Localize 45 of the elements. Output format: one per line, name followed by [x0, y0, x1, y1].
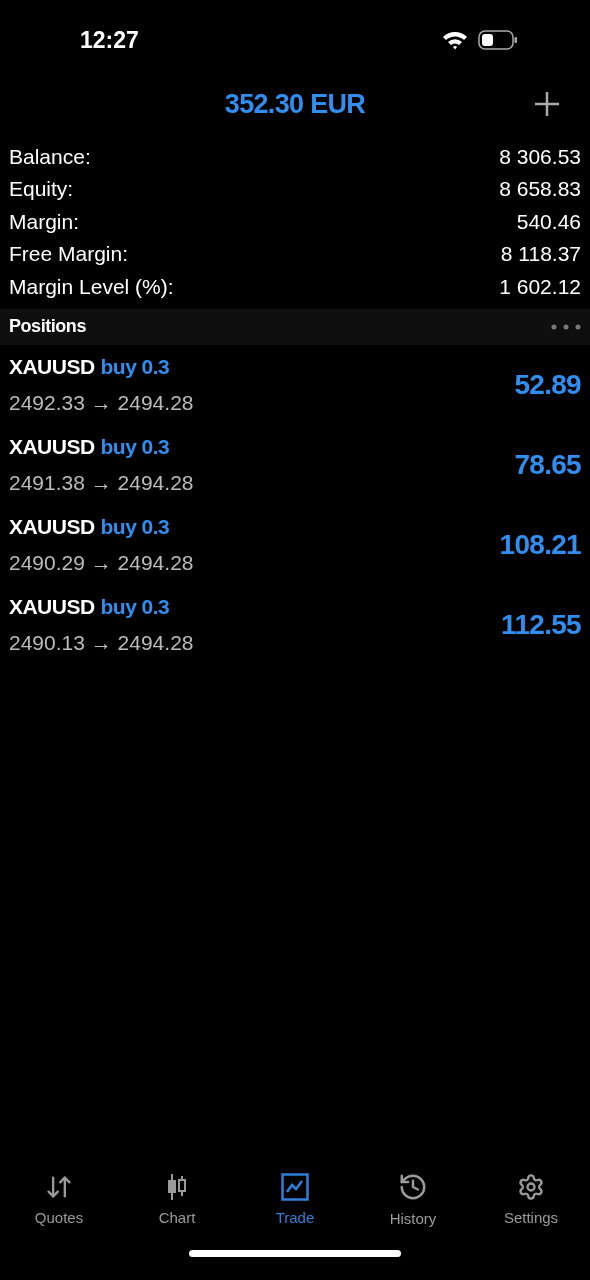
add-icon[interactable] — [534, 91, 560, 117]
position-prices: 2491.38 → 2494.28 — [9, 469, 194, 496]
wifi-icon — [442, 30, 468, 50]
summary-label: Free Margin: — [9, 241, 129, 267]
position-row[interactable]: XAUUSD buy 0.3 2490.29 → 2494.28 108.21 — [0, 504, 590, 585]
tab-bar-item[interactable]: Settings — [472, 1172, 590, 1230]
tab-bar-item[interactable]: Quotes — [0, 1172, 118, 1230]
position-row[interactable]: XAUUSD buy 0.3 2492.33 → 2494.28 52.89 — [0, 344, 590, 425]
trend-chart-icon — [281, 1172, 309, 1201]
position-profit: 108.21 — [499, 527, 581, 562]
summary-label: Balance: — [9, 143, 91, 170]
position-prices: 2492.33 → 2494.28 — [9, 389, 194, 416]
position-side: buy 0.3 — [100, 354, 170, 380]
more-icon[interactable] — [551, 323, 581, 330]
tab-bar-item[interactable]: Chart — [118, 1172, 236, 1230]
position-prices: 2490.13 → 2494.28 — [9, 629, 194, 656]
position-prices: 2490.29 → 2494.28 — [9, 549, 194, 576]
summary-label: Margin: — [9, 208, 80, 235]
position-row[interactable]: XAUUSD buy 0.3 2490.13 → 2494.28 112.55 — [0, 584, 590, 665]
summary-label: Equity: — [9, 176, 74, 202]
position-symbol: XAUUSD — [9, 434, 95, 460]
position-profit: 52.89 — [514, 367, 581, 402]
account-profit: 352.30 EUR — [224, 87, 366, 121]
summary-value: 540.46 — [516, 208, 581, 235]
section-title: Positions — [9, 315, 86, 338]
position-profit: 78.65 — [514, 447, 581, 482]
tab-bar-item[interactable]: History — [354, 1171, 472, 1231]
position-symbol: XAUUSD — [9, 514, 95, 540]
battery-icon — [478, 30, 518, 50]
position-row[interactable]: XAUUSD buy 0.3 2491.38 → 2494.28 78.65 — [0, 424, 590, 505]
position-side: buy 0.3 — [100, 594, 170, 620]
status-time: 12:27 — [80, 25, 139, 55]
position-symbol: XAUUSD — [9, 594, 95, 620]
summary-value: 1 602.12 — [499, 273, 581, 300]
tab-bar-item[interactable]: Trade — [236, 1172, 354, 1230]
candlestick-icon — [165, 1172, 189, 1201]
summary-value: 8 118.37 — [500, 241, 581, 267]
summary-label: Margin Level (%): — [9, 273, 174, 300]
summary-value: 8 306.53 — [499, 143, 581, 170]
position-symbol: XAUUSD — [9, 354, 95, 380]
position-profit: 112.55 — [501, 607, 581, 642]
settings-icon — [517, 1172, 545, 1201]
position-side: buy 0.3 — [100, 514, 170, 540]
position-side: buy 0.3 — [100, 434, 170, 460]
summary-value: 8 658.83 — [499, 176, 581, 202]
